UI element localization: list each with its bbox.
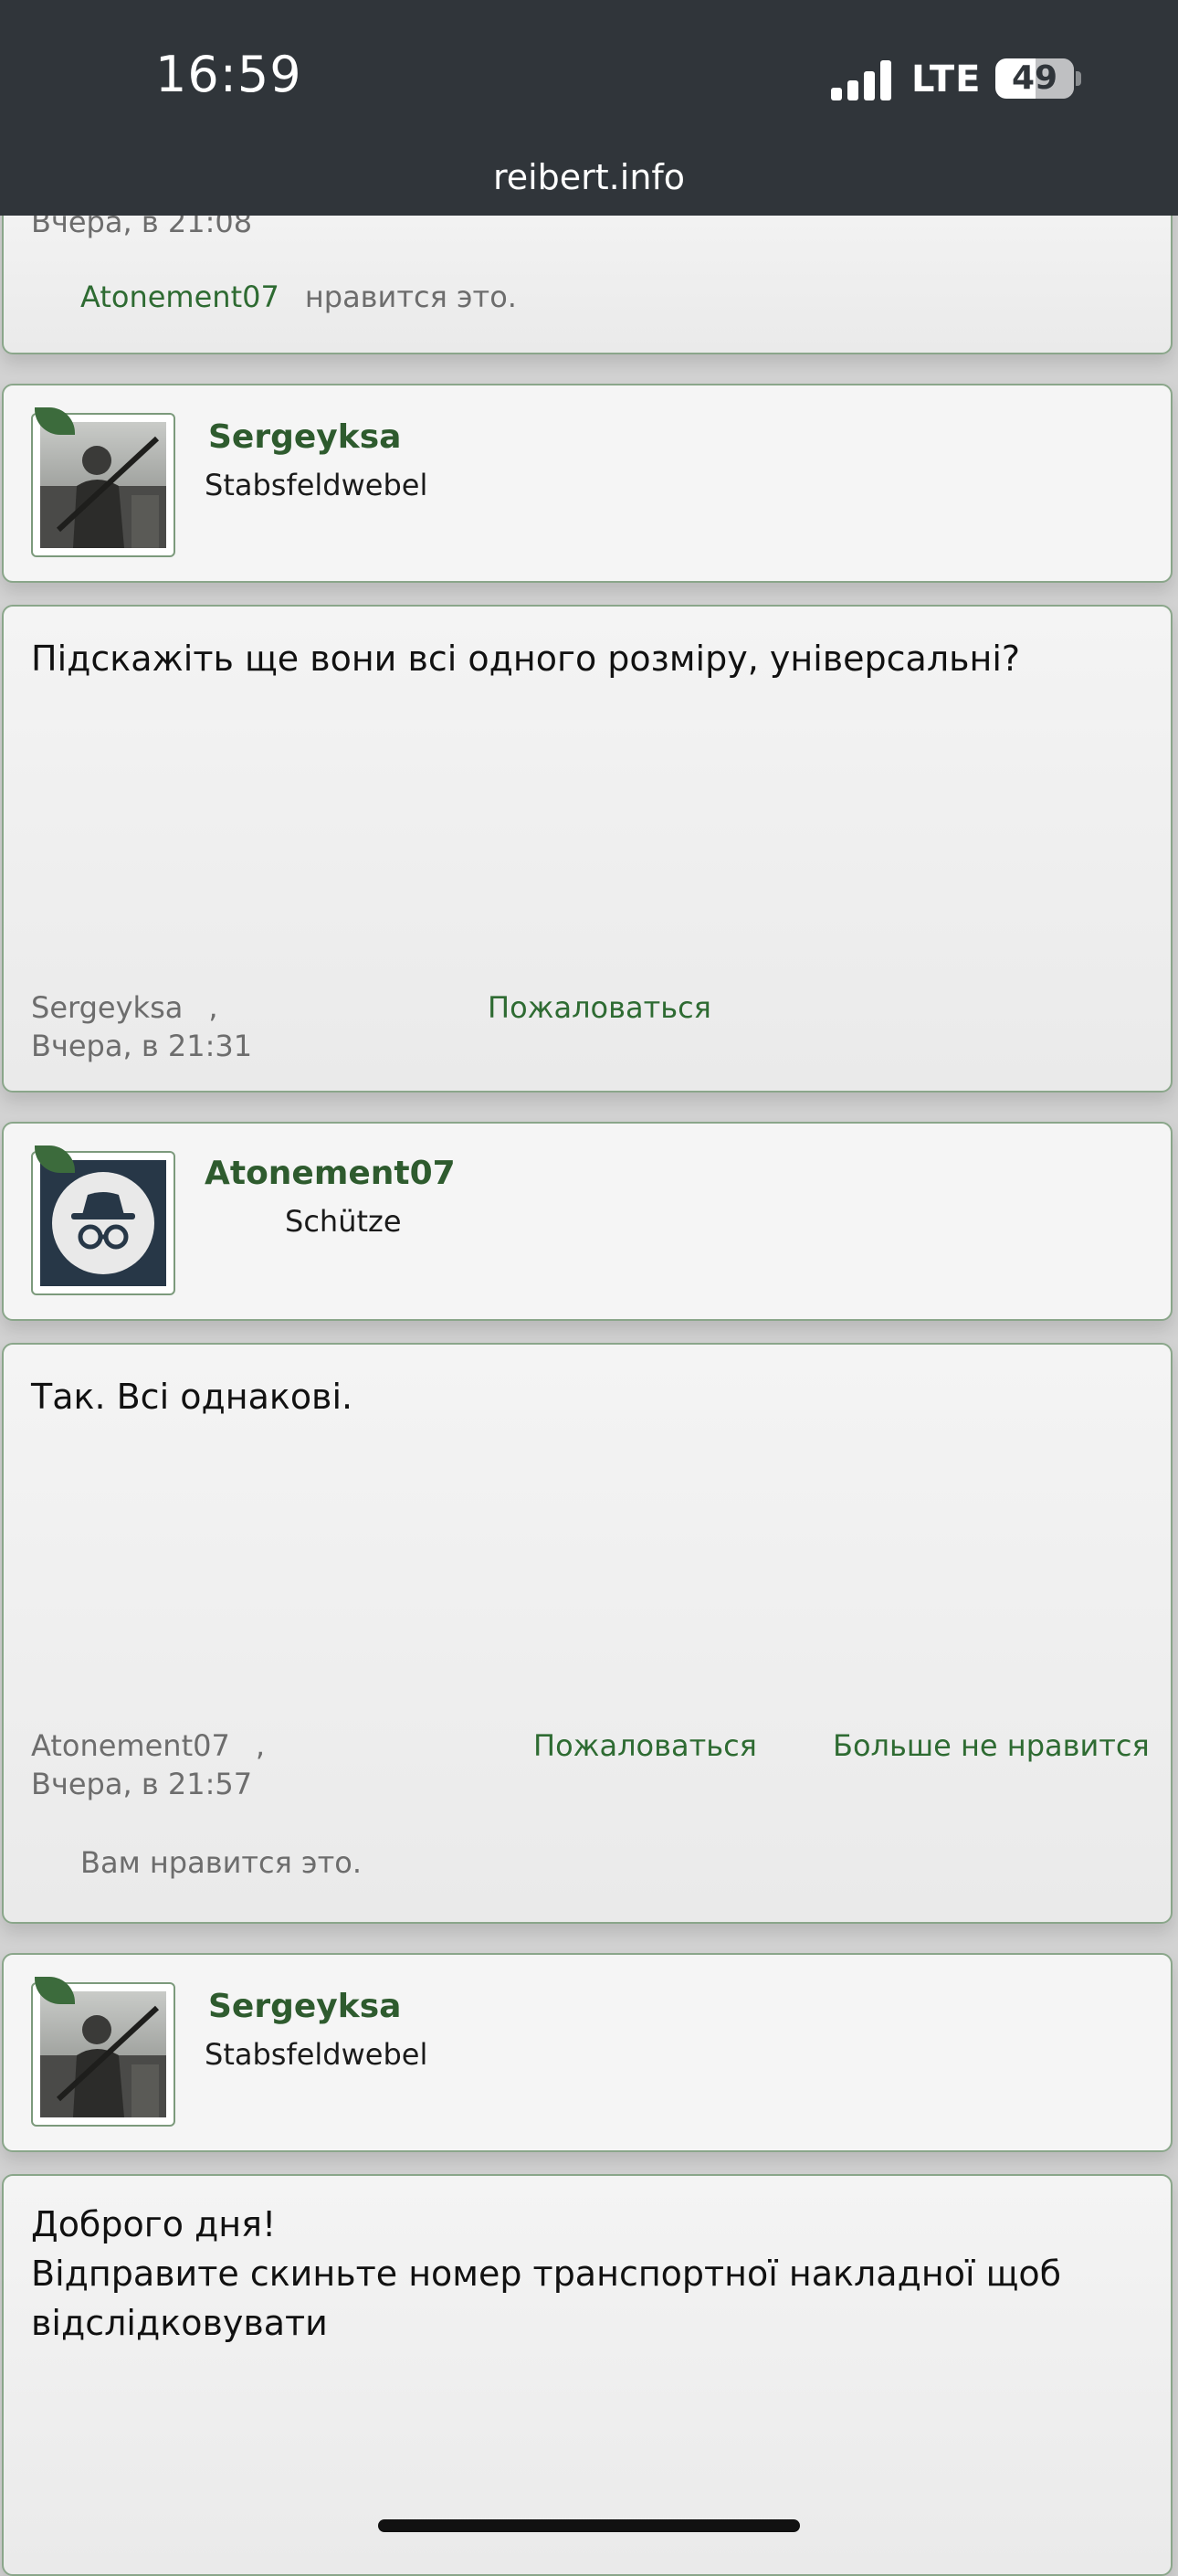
browser-top-bar: 16:59 LTE 49 reibert.info: [0, 0, 1178, 216]
soldier-photo-avatar: [40, 422, 166, 548]
post-message: Доброго дня! Відправите скиньте номер тр…: [2, 2174, 1173, 2576]
user-rank: Stabsfeldwebel: [205, 468, 428, 502]
battery-tip: [1076, 71, 1081, 86]
avatar[interactable]: [31, 1982, 175, 2127]
message-text: Доброго дня! Відправите скиньте номер тр…: [31, 2200, 1061, 2348]
like-summary: Вам нравится это.: [80, 1845, 362, 1880]
message-line: відслідковувати: [31, 2303, 328, 2343]
unlike-link[interactable]: Больше не нравится: [833, 1728, 1150, 1763]
liker-link[interactable]: Atonement07: [80, 280, 279, 314]
signal-icon: [831, 60, 893, 100]
post-timestamp: Вчера, в 21:31: [31, 1029, 253, 1063]
post-author-card: Atonement07 Schütze: [2, 1122, 1173, 1321]
like-summary: Atonement07 нравится это.: [80, 280, 517, 314]
report-link[interactable]: Пожаловаться: [488, 990, 711, 1025]
incognito-icon: [40, 1160, 166, 1286]
post-meta: Atonement07, Вчера, в 21:57: [31, 1728, 265, 1801]
post-author-card: Sergeyksa Stabsfeldwebel: [2, 384, 1173, 583]
post-author-card: Sergeyksa Stabsfeldwebel: [2, 1953, 1173, 2152]
soldier-photo-avatar: [40, 1991, 166, 2117]
like-summary-text: нравится это.: [304, 280, 517, 314]
post-message: Підскажіть ще вони всі одного розміру, у…: [2, 605, 1173, 1093]
network-type: LTE: [911, 58, 982, 100]
report-link[interactable]: Пожаловаться: [533, 1728, 757, 1763]
author-link[interactable]: Atonement07: [31, 1728, 230, 1763]
username-link[interactable]: Sergeyksa: [208, 1988, 401, 2025]
post-timestamp: Вчера, в 21:57: [31, 1767, 253, 1801]
user-rank: Stabsfeldwebel: [205, 2037, 428, 2072]
user-rank: Schütze: [285, 1204, 402, 1239]
home-indicator[interactable]: [378, 2519, 800, 2532]
message-line: Доброго дня!: [31, 2204, 277, 2244]
battery-icon: 49: [995, 58, 1074, 99]
username-link[interactable]: Sergeyksa: [208, 418, 401, 456]
message-text: Так. Всі однакові.: [31, 1377, 353, 1417]
message-line: Відправите скиньте номер транспортної на…: [31, 2254, 1062, 2294]
author-link[interactable]: Sergeyksa: [31, 990, 183, 1025]
status-time: 16:59: [155, 46, 302, 103]
avatar[interactable]: [31, 413, 175, 557]
post-message: Так. Всі однакові. Atonement07, Вчера, в…: [2, 1343, 1173, 1924]
post-meta: Sergeyksa, Вчера, в 21:31: [31, 990, 253, 1063]
battery-level: 49: [1011, 59, 1058, 97]
message-text: Підскажіть ще вони всі одного розміру, у…: [31, 639, 1021, 679]
avatar[interactable]: [31, 1151, 175, 1295]
username-link[interactable]: Atonement07: [205, 1155, 456, 1192]
url-bar[interactable]: reibert.info: [0, 157, 1178, 197]
